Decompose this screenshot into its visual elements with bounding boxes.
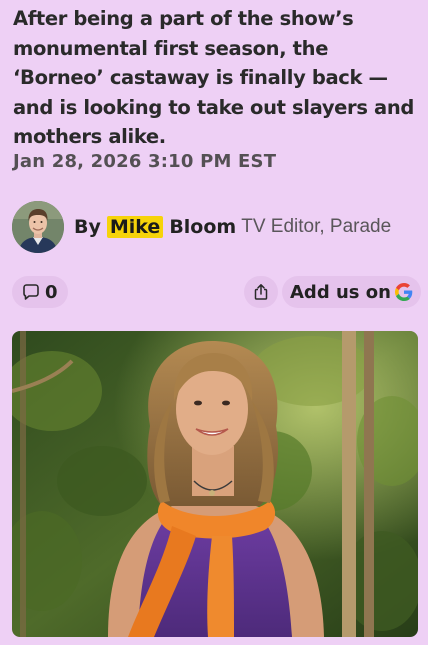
share-button[interactable] xyxy=(244,276,278,308)
article-header: After being a part of the show’s monumen… xyxy=(0,0,428,645)
publish-date: Jan 28, 2026 3:10 PM EST xyxy=(13,151,277,172)
add-us-on-google-button[interactable]: Add us on xyxy=(282,276,421,308)
comment-count: 0 xyxy=(45,281,58,303)
share-upload-icon xyxy=(254,284,268,300)
article-dek: After being a part of the show’s monumen… xyxy=(13,7,414,148)
comments-button[interactable]: 0 xyxy=(12,276,68,308)
speech-bubble-icon xyxy=(23,284,39,300)
author-role: TV Editor, Parade xyxy=(241,216,392,237)
byline-text: By Mike Bloom TV Editor, Parade xyxy=(74,216,391,238)
author-last-name-link[interactable]: Bloom xyxy=(169,216,236,238)
castaway-portrait-photo xyxy=(12,331,418,637)
author-avatar-image xyxy=(12,201,64,253)
byline: By Mike Bloom TV Editor, Parade xyxy=(12,201,416,253)
hero-image xyxy=(12,331,418,637)
add-us-label: Add us on xyxy=(290,281,391,303)
author-avatar[interactable] xyxy=(12,201,64,253)
author-first-name-link[interactable]: Mike xyxy=(106,216,164,238)
google-g-logo-icon xyxy=(394,283,413,301)
article-actions: 0 Add us on xyxy=(12,276,421,310)
byline-prefix: By xyxy=(74,216,101,238)
